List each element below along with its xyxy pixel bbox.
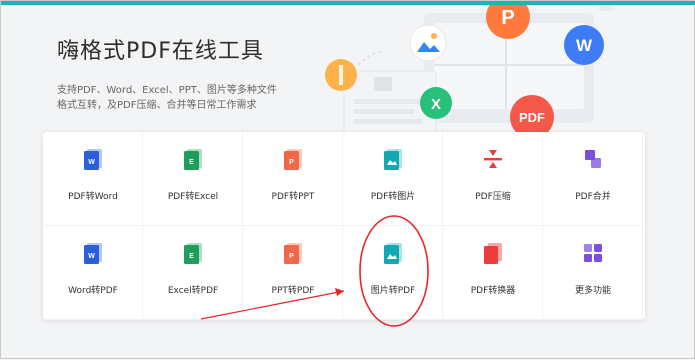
tool-label: PDF转Word <box>68 192 118 202</box>
tool-pdf-to-image[interactable]: PDF转图片 <box>343 132 443 226</box>
tool-word-to-pdf[interactable]: W Word转PDF <box>43 226 143 320</box>
tool-image-to-pdf[interactable]: 图片转PDF <box>343 226 443 320</box>
excel-doc-icon: E <box>184 243 202 264</box>
tool-label: Word转PDF <box>68 286 118 296</box>
tool-label: 图片转PDF <box>370 286 416 296</box>
tool-label: PDF转换器 <box>470 286 516 296</box>
word-doc-icon: W <box>84 149 102 170</box>
tool-pdf-converter[interactable]: PDF转换器 <box>443 226 543 320</box>
svg-text:W: W <box>576 36 593 55</box>
svg-text:X: X <box>431 96 441 113</box>
tool-pdf-merge[interactable]: PDF合并 <box>543 132 643 226</box>
tool-label: PDF转PPT <box>271 192 315 202</box>
page-description: 支持PDF、Word、Excel、PPT、图片等多种文件格式互转，及PDF压缩、… <box>57 85 277 111</box>
merge-icon <box>585 150 601 168</box>
image-doc-icon <box>384 149 402 170</box>
excel-doc-icon: E <box>184 149 202 170</box>
tool-pdf-to-excel[interactable]: E PDF转Excel <box>143 132 243 226</box>
tool-excel-to-pdf[interactable]: E Excel转PDF <box>143 226 243 320</box>
word-doc-icon: W <box>84 243 102 264</box>
svg-text:PDF: PDF <box>519 110 545 125</box>
svg-text:W: W <box>88 159 95 166</box>
svg-text:P: P <box>289 159 294 166</box>
tool-pdf-to-word[interactable]: W PDF转Word <box>43 132 143 226</box>
tool-label: PDF压缩 <box>475 192 511 202</box>
more-grid-icon <box>584 244 602 262</box>
tool-label: PPT转PDF <box>271 286 315 296</box>
tool-pdf-compress[interactable]: PDF压缩 <box>443 132 543 226</box>
tool-label: 更多功能 <box>574 286 611 296</box>
tool-ppt-to-pdf[interactable]: P PPT转PDF <box>243 226 343 320</box>
tool-pdf-to-ppt[interactable]: P PDF转PPT <box>243 132 343 226</box>
tool-label: PDF转Excel <box>167 192 219 202</box>
tool-more-features[interactable]: 更多功能 <box>543 226 643 320</box>
tool-label: Excel转PDF <box>167 286 219 296</box>
converter-icon <box>484 243 502 264</box>
page-title: 嗨格式PDF在线工具 <box>57 39 264 64</box>
svg-text:E: E <box>189 159 194 166</box>
tool-label: PDF合并 <box>575 192 611 202</box>
tool-label: PDF转图片 <box>370 192 416 202</box>
svg-text:W: W <box>88 253 95 260</box>
tools-grid: W PDF转Word E PDF转Excel P PDF转PPT PDF转图片 … <box>43 132 645 320</box>
image-doc-icon <box>384 243 402 264</box>
compress-icon <box>484 150 502 168</box>
svg-text:E: E <box>189 253 194 260</box>
image-bubble-icon <box>409 24 447 62</box>
ppt-doc-icon: P <box>284 243 302 264</box>
svg-text:P: P <box>501 7 514 29</box>
svg-text:P: P <box>289 253 294 260</box>
tools-card: W PDF转Word E PDF转Excel P PDF转PPT PDF转图片 … <box>43 132 645 320</box>
ppt-doc-icon: P <box>284 149 302 170</box>
